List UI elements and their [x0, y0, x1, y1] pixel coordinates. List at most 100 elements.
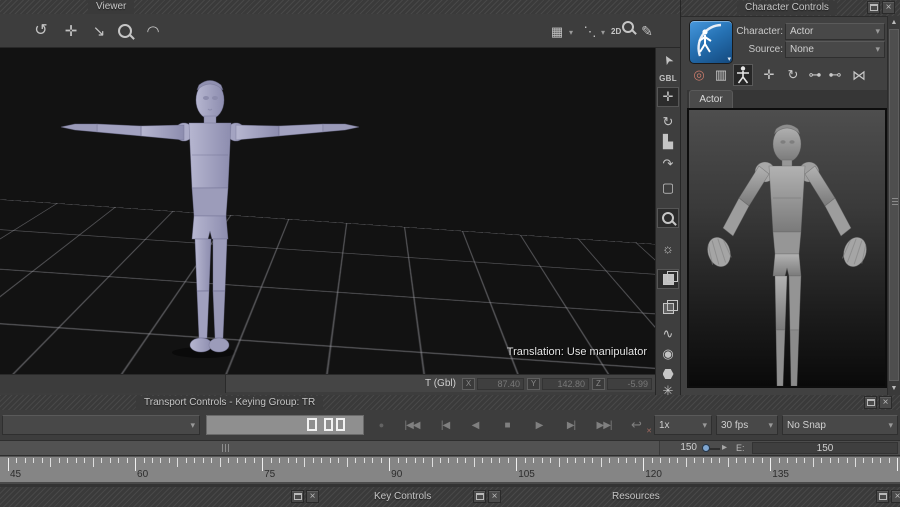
- pin-left-icon[interactable]: ⊶: [805, 64, 825, 86]
- ruler-tick: [847, 458, 848, 463]
- loop-toggle[interactable]: ↩ ✕: [624, 415, 648, 435]
- range-end-field[interactable]: 150: [640, 442, 697, 453]
- maximize-button[interactable]: [867, 1, 880, 14]
- close-button[interactable]: ×: [488, 490, 501, 503]
- go-to-start-button[interactable]: |◀◀: [398, 415, 426, 435]
- ruler-tick: [516, 458, 517, 471]
- close-button[interactable]: ×: [891, 490, 900, 503]
- source-dropdown-value: None: [790, 44, 872, 55]
- pin-rotate-icon[interactable]: ↻: [783, 64, 803, 86]
- ruler-tick: [33, 458, 34, 463]
- ruler-tick: [415, 458, 416, 463]
- bottom-band: × Key Controls × Resources ×: [0, 484, 900, 507]
- maximize-button[interactable]: [291, 490, 304, 503]
- maximize-button[interactable]: [864, 396, 877, 409]
- transport-titlebar[interactable]: Transport Controls - Keying Group: TR ×: [0, 395, 900, 411]
- pin-right-icon[interactable]: ⊷: [825, 64, 845, 86]
- ruler-tick: [719, 458, 720, 463]
- marquee-select-icon[interactable]: ▢: [657, 178, 679, 198]
- close-button[interactable]: ×: [882, 1, 895, 14]
- z-value-field[interactable]: -5.99: [607, 378, 652, 390]
- select-cursor-icon[interactable]: ➤: [657, 50, 679, 70]
- scrollbar-thumb[interactable]: [889, 29, 899, 381]
- zoom-icon[interactable]: [114, 21, 136, 41]
- draw-curve-icon[interactable]: ✎: [636, 21, 658, 41]
- curve-icon[interactable]: ∿: [657, 324, 679, 344]
- bottom-titlebars: × Key Controls × Resources ×: [0, 487, 900, 507]
- preview-actor-model: [689, 110, 885, 386]
- pin-translate-icon[interactable]: ✛: [759, 64, 779, 86]
- take-dropdown[interactable]: ▾: [2, 415, 200, 435]
- rotate-tool-icon[interactable]: ↻: [657, 112, 679, 132]
- scroll-up-icon[interactable]: ▲: [888, 17, 900, 28]
- translate-view-icon[interactable]: ✛: [60, 21, 82, 41]
- wire-cube-icon[interactable]: [657, 298, 679, 318]
- go-to-end-button[interactable]: ▶▶|: [590, 415, 618, 435]
- actor-model[interactable]: [45, 76, 365, 366]
- zoom-select-icon[interactable]: [657, 208, 679, 228]
- mini-slider-knob[interactable]: [702, 444, 710, 452]
- scale-tool-icon[interactable]: ▙: [657, 132, 679, 152]
- viewport-3d[interactable]: Translation: Use manipulator: [0, 48, 655, 374]
- trail-dropdown-arrow[interactable]: ▾: [598, 23, 608, 43]
- character-label: Character:: [723, 26, 783, 37]
- actor-figure-icon[interactable]: [733, 64, 753, 86]
- playback-speed-dropdown[interactable]: 1x ▾: [654, 415, 712, 435]
- ruler-tick: [855, 458, 856, 467]
- timeline-zoom-bar[interactable]: [0, 441, 660, 455]
- end-frame-field[interactable]: 150: [752, 442, 898, 454]
- ruler-tick: [728, 458, 729, 467]
- maximize-button[interactable]: [876, 490, 889, 503]
- zoom-bar-grip[interactable]: [222, 444, 229, 452]
- ruler-tick: [821, 458, 822, 463]
- hexagon-glyph: [663, 369, 674, 379]
- ruler-tick: [160, 458, 161, 463]
- timeline-ruler[interactable]: 45607590105120135: [0, 456, 900, 484]
- character-controls-titlebar[interactable]: Character Controls ×: [681, 0, 900, 17]
- solid-cube-icon[interactable]: [657, 269, 679, 289]
- ruler-tick: [338, 458, 339, 463]
- range-arrow-icon[interactable]: ▸: [722, 442, 727, 453]
- close-button[interactable]: ×: [879, 396, 892, 409]
- ruler-tick: [203, 458, 204, 463]
- mirror-icon[interactable]: ⋈: [849, 64, 869, 86]
- lasso-tool-icon[interactable]: ↷: [657, 154, 679, 174]
- ruler-tick: [635, 458, 636, 463]
- play-backward-button[interactable]: ◀: [466, 415, 484, 435]
- x-value-field[interactable]: 87.40: [477, 378, 524, 390]
- keying-mode-icon[interactable]: ◎: [689, 64, 709, 86]
- ruler-tick: [398, 458, 399, 463]
- scroll-down-icon[interactable]: ▼: [888, 383, 900, 394]
- magnifier-glyph: [118, 24, 132, 38]
- character-panel-scrollbar[interactable]: ▲ ▼: [887, 16, 900, 395]
- snap-dropdown[interactable]: No Snap ▾: [782, 415, 898, 435]
- next-key-button[interactable]: ▶|: [560, 415, 582, 435]
- arc-icon[interactable]: ◠: [142, 21, 164, 41]
- delete-icon[interactable]: ▥: [711, 64, 731, 86]
- light-icon[interactable]: ☼: [657, 238, 679, 258]
- character-controls-title: Character Controls: [737, 1, 837, 15]
- character-dropdown[interactable]: Actor ▾: [785, 23, 885, 40]
- sphere-icon[interactable]: ◉: [657, 344, 679, 364]
- viewer-titlebar[interactable]: Viewer: [0, 0, 680, 15]
- maximize-button[interactable]: [473, 490, 486, 503]
- y-value-field[interactable]: 142.80: [542, 378, 589, 390]
- fps-dropdown[interactable]: 30 fps ▾: [716, 415, 778, 435]
- move-tool-icon[interactable]: ✛: [657, 87, 679, 107]
- close-button[interactable]: ×: [306, 490, 319, 503]
- zoom-2d-icon[interactable]: 2D: [610, 19, 636, 39]
- ruler-tick: [677, 458, 678, 463]
- dolly-icon[interactable]: ↘: [88, 21, 110, 41]
- actor-preview[interactable]: [687, 108, 887, 388]
- stop-button[interactable]: ■: [498, 415, 516, 435]
- keyboard-dropdown-arrow[interactable]: ▾: [566, 23, 576, 43]
- keyboard-display-icon[interactable]: ▦: [546, 21, 568, 41]
- record-button[interactable]: ●: [372, 415, 390, 435]
- gbl-mode-button[interactable]: GBL: [657, 68, 679, 88]
- play-button[interactable]: ▶: [530, 415, 548, 435]
- previous-key-button[interactable]: |◀: [434, 415, 456, 435]
- orbit-icon[interactable]: ↺: [30, 21, 52, 41]
- tab-actor[interactable]: Actor: [689, 90, 733, 108]
- source-dropdown[interactable]: None ▾: [785, 41, 885, 58]
- frame-display-bar[interactable]: [206, 415, 364, 435]
